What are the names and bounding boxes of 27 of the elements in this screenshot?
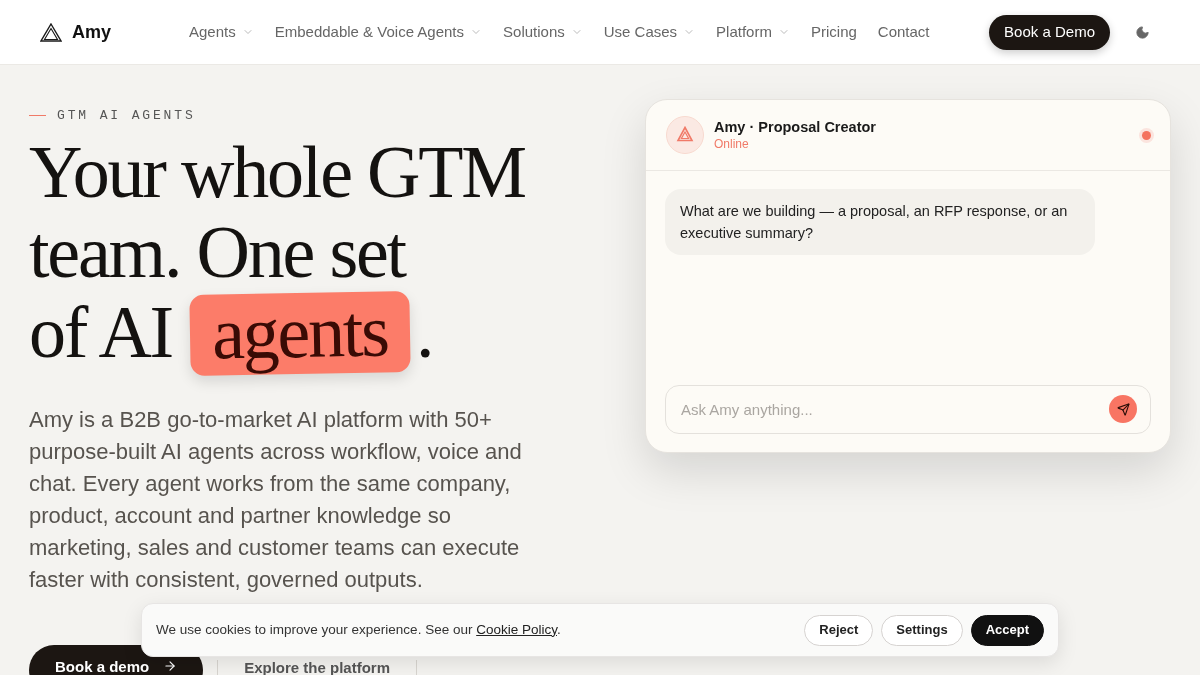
explore-platform-button[interactable]: Explore the platform [217, 659, 418, 675]
brand-name[interactable]: Amy [72, 18, 111, 46]
online-status: Online [714, 136, 750, 152]
message-input-field[interactable]: Ask Amy anything... [665, 385, 1151, 434]
nav-link[interactable]: Platform [716, 20, 790, 44]
arrow-right-icon [163, 658, 178, 673]
nav-link[interactable]: Pricing [810, 20, 857, 44]
chat-title: Amy · Proposal Creator [714, 118, 876, 136]
hero-description: Amy is a B2B go-to-market AI platform with 50+ purpose-built AI agents across workflow, voice and chat. Every agent works from the same company, product, account and partner knowledge so marketing, sales and customer teams can execute faster with consistent, governed outputs. [29, 405, 523, 594]
nav-link[interactable]: Contact [877, 20, 930, 44]
send-icon [1116, 402, 1130, 416]
book-demo-nav-button[interactable]: Book a Demo [989, 14, 1110, 50]
cookie-policy-link[interactable]: Cookie Policy [476, 621, 557, 637]
nav-link[interactable]: Agents [189, 20, 254, 44]
status-dot-icon [1139, 127, 1154, 143]
cookie-notice: We use cookies to improve your experience. See our Cookie Policy. [156, 620, 561, 639]
nav-link[interactable]: Embeddable & Voice Agents [274, 20, 483, 44]
eyebrow-label: GTM AI AGENTS [57, 107, 196, 125]
triangle-logo-icon [40, 22, 62, 42]
hero-headline: Your whole GTM team. One set of AI agents . [29, 131, 526, 374]
agent-message: What are we building — a proposal, an RFP response, or an executive summary? [665, 189, 1095, 255]
cookie-option-button[interactable]: Reject [804, 614, 874, 646]
cookie-option-button[interactable]: Settings [881, 614, 963, 646]
accept-button[interactable]: Accept [970, 614, 1044, 646]
nav-link[interactable]: Solutions [503, 20, 583, 44]
nav-link[interactable]: Use Cases [603, 20, 696, 44]
dark-mode-moon-icon[interactable] [1135, 24, 1150, 40]
